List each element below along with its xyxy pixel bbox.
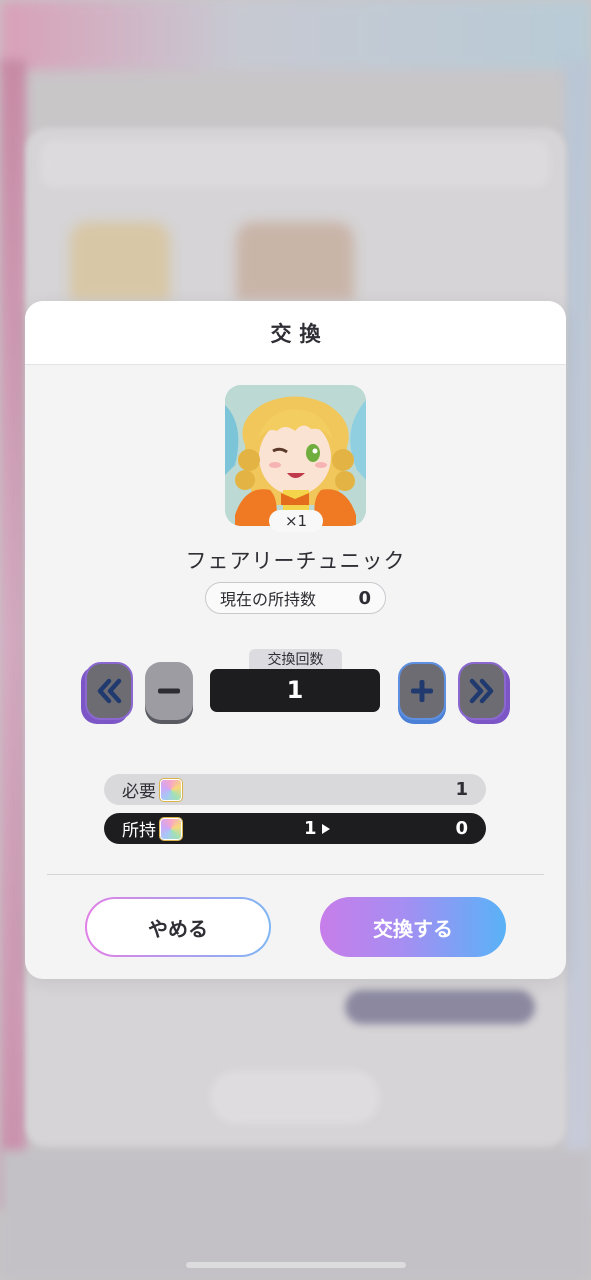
required-cost-row: 必要 1 <box>104 774 486 805</box>
owned-count-box: 現在の所持数 0 <box>205 582 386 614</box>
owned-current-value: 1 <box>304 818 317 839</box>
owned-label: 所持 <box>122 821 156 841</box>
max-count-button[interactable] <box>458 662 506 720</box>
exchange-button[interactable]: 交換する <box>320 897 506 957</box>
exchange-dialog: 交換 ×1 フェアリーチュニック 現在の所持数 0 交換回数 1 必要 1 所持… <box>25 301 566 979</box>
background-header <box>0 0 591 70</box>
item-quantity-badge: ×1 <box>269 510 323 532</box>
background-button <box>210 1070 380 1124</box>
minus-icon <box>158 688 180 694</box>
divider <box>47 874 544 875</box>
exchange-count-value[interactable]: 1 <box>210 669 380 712</box>
owned-after-value: 0 <box>455 818 468 839</box>
background-left-edge <box>0 60 26 1210</box>
min-count-button[interactable] <box>85 662 133 720</box>
background-panel-header <box>40 140 550 188</box>
double-chevron-left-icon <box>97 678 122 704</box>
item-thumbnail <box>225 385 366 526</box>
decrement-button[interactable] <box>145 662 193 720</box>
required-label: 必要 <box>122 782 156 802</box>
exchange-count-label: 交換回数 <box>249 649 342 671</box>
dialog-header: 交換 <box>25 301 566 365</box>
character-portrait-icon <box>225 385 366 526</box>
owned-change: 1 <box>304 818 331 839</box>
background-thumbnail <box>236 222 354 300</box>
double-chevron-right-icon <box>469 678 494 704</box>
item-name: フェアリーチュニック <box>185 549 406 573</box>
exchange-ticket-icon <box>160 817 182 840</box>
required-value: 1 <box>455 779 468 800</box>
increment-button[interactable] <box>398 662 446 720</box>
arrow-right-icon <box>321 823 330 834</box>
background-pill <box>345 990 535 1024</box>
background-thumbnail <box>70 222 170 300</box>
background-right-edge <box>565 60 591 1210</box>
dialog-title: 交換 <box>270 321 329 346</box>
owned-count-value: 0 <box>358 587 371 609</box>
owned-count-label: 現在の所持数 <box>220 590 317 609</box>
plus-icon <box>411 680 433 702</box>
cancel-button[interactable]: やめる <box>85 897 271 957</box>
owned-cost-row: 所持 1 0 <box>104 813 486 844</box>
home-indicator[interactable] <box>186 1262 406 1268</box>
exchange-ticket-icon <box>160 778 182 801</box>
background-footer <box>0 1150 591 1280</box>
